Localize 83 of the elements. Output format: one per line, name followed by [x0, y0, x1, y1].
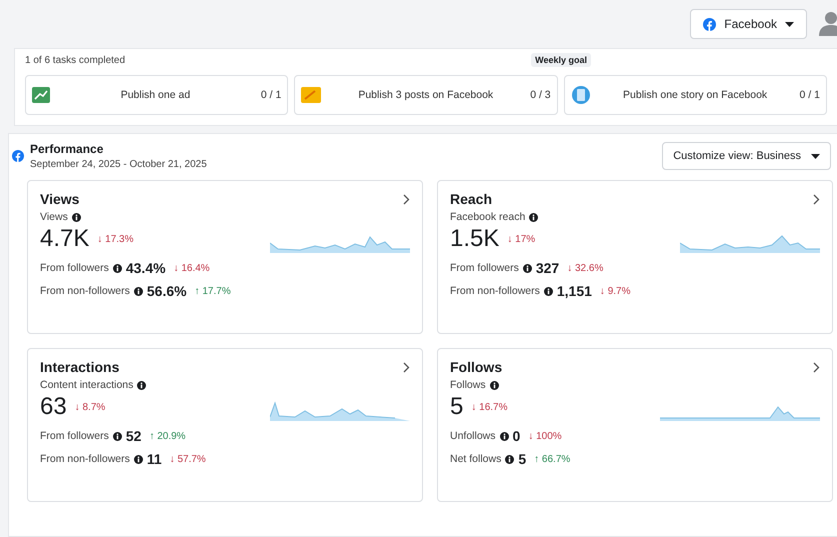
phone-icon	[570, 86, 591, 104]
pencil-note-icon	[301, 87, 322, 103]
chevron-right-icon[interactable]	[813, 194, 820, 204]
metric-label: Net follows	[450, 453, 502, 465]
task-card[interactable]: Publish one story on Facebook 0 / 1	[564, 75, 827, 115]
metric-card[interactable]: Interactions Content interactions 63 ↓ 8.7% From followers 52 ↑ 20.9% From non-followers 11 ↓ 57.7%	[27, 348, 423, 502]
task-count: 0 / 3	[530, 89, 551, 101]
facebook-logo-icon	[703, 18, 716, 30]
change-text: ↓ 32.6%	[567, 262, 604, 274]
metric-card[interactable]: Views Views 4.7K ↓ 17.3% From followers 43.4% ↓ 16.4% From non-followers 56.6% ↑ 17.7%	[27, 180, 423, 334]
metric-value: 1,151	[556, 283, 592, 299]
chart-up-icon	[32, 87, 50, 103]
metric-value: 63	[40, 393, 67, 421]
metric-label: From followers	[450, 262, 519, 274]
weekly-goal-tag: Weekly goal	[531, 53, 591, 67]
metric-label: Follows	[450, 379, 486, 391]
metric-value: 43.4%	[126, 260, 166, 276]
info-icon	[500, 432, 509, 440]
metric-value: 5	[518, 451, 526, 467]
caret-icon	[811, 154, 820, 158]
task-card[interactable]: Publish 3 posts on Facebook 0 / 3	[294, 75, 558, 115]
change-text: ↑ 20.9%	[149, 430, 186, 442]
info-icon	[112, 432, 122, 440]
task-label: Publish 3 posts on Facebook	[357, 89, 494, 101]
chevron-right-icon[interactable]	[403, 194, 410, 204]
task-label: Publish one ad	[120, 89, 192, 101]
metric-value: 5	[450, 393, 464, 421]
chevron-right-icon[interactable]	[403, 362, 410, 372]
metric-label: Unfollows	[450, 430, 496, 442]
info-icon	[137, 380, 146, 390]
metric-label: From non-followers	[40, 285, 130, 297]
progress-text: 1 of 6 tasks completed	[25, 54, 126, 66]
metric-value: 56.6%	[146, 283, 187, 299]
account-dropdown[interactable]: Facebook	[690, 9, 807, 39]
change-text: ↓ 17%	[507, 234, 536, 244]
task-card[interactable]: Publish one ad 0 / 1	[25, 75, 288, 115]
change-text: ↑ 66.7%	[534, 454, 570, 464]
metric-card[interactable]: Follows Follows 5 ↓ 16.7% Unfollows 0 ↓ 100% Net follows 5 ↑ 66.7%	[437, 348, 833, 502]
metric-label: Views	[40, 211, 68, 223]
change-text: ↓ 16.7%	[471, 402, 508, 412]
change-text: ↓ 100%	[528, 430, 562, 442]
change-text: ↓ 8.7%	[74, 402, 106, 412]
metric-value: 1.5K	[450, 225, 500, 253]
caret-icon	[785, 22, 794, 26]
section-title: Performance	[30, 142, 104, 156]
change-text: ↓ 57.7%	[170, 454, 206, 464]
info-icon	[529, 212, 538, 222]
metric-value: 0	[512, 428, 520, 444]
metric-label: Content interactions	[40, 379, 134, 391]
info-icon	[544, 286, 553, 296]
info-icon	[522, 264, 532, 272]
metric-label: From followers	[40, 262, 109, 274]
facebook-logo-icon	[12, 150, 24, 162]
chevron-right-icon[interactable]	[813, 362, 820, 372]
info-icon	[505, 454, 514, 464]
metric-label: From non-followers	[450, 285, 540, 297]
change-text: ↑ 17.7%	[194, 286, 231, 296]
card-title: Interactions	[40, 359, 120, 375]
change-text: ↓ 17.3%	[97, 234, 134, 244]
metric-label: From followers	[40, 430, 109, 442]
metric-label: Facebook reach	[450, 211, 526, 223]
metric-card[interactable]: Reach Facebook reach 1.5K ↓ 17% From followers 327 ↓ 32.6% From non-followers 1,151 ↓ 9.7%	[437, 180, 833, 334]
info-icon	[112, 264, 122, 272]
date-range: September 24, 2025 - October 21, 2025	[30, 159, 207, 170]
metric-value: 11	[146, 451, 162, 467]
task-label: Publish one story on Facebook	[622, 89, 768, 101]
change-text: ↓ 16.4%	[174, 262, 210, 274]
task-count: 0 / 1	[260, 89, 282, 101]
info-icon	[134, 454, 143, 464]
info-icon	[72, 212, 81, 222]
card-title: Reach	[450, 191, 492, 207]
card-title: Views	[40, 191, 80, 207]
metric-value: 327	[536, 260, 560, 276]
info-icon	[490, 380, 499, 390]
change-text: ↓ 9.7%	[600, 286, 630, 296]
customize-view-dropdown[interactable]: Customize view: Business	[662, 142, 831, 170]
metric-label: From non-followers	[40, 453, 130, 465]
metric-value: 4.7K	[40, 225, 90, 253]
metric-value: 52	[126, 428, 142, 444]
card-title: Follows	[450, 359, 502, 375]
task-count: 0 / 1	[800, 89, 820, 101]
avatar-icon[interactable]	[819, 10, 837, 38]
info-icon	[134, 286, 143, 296]
